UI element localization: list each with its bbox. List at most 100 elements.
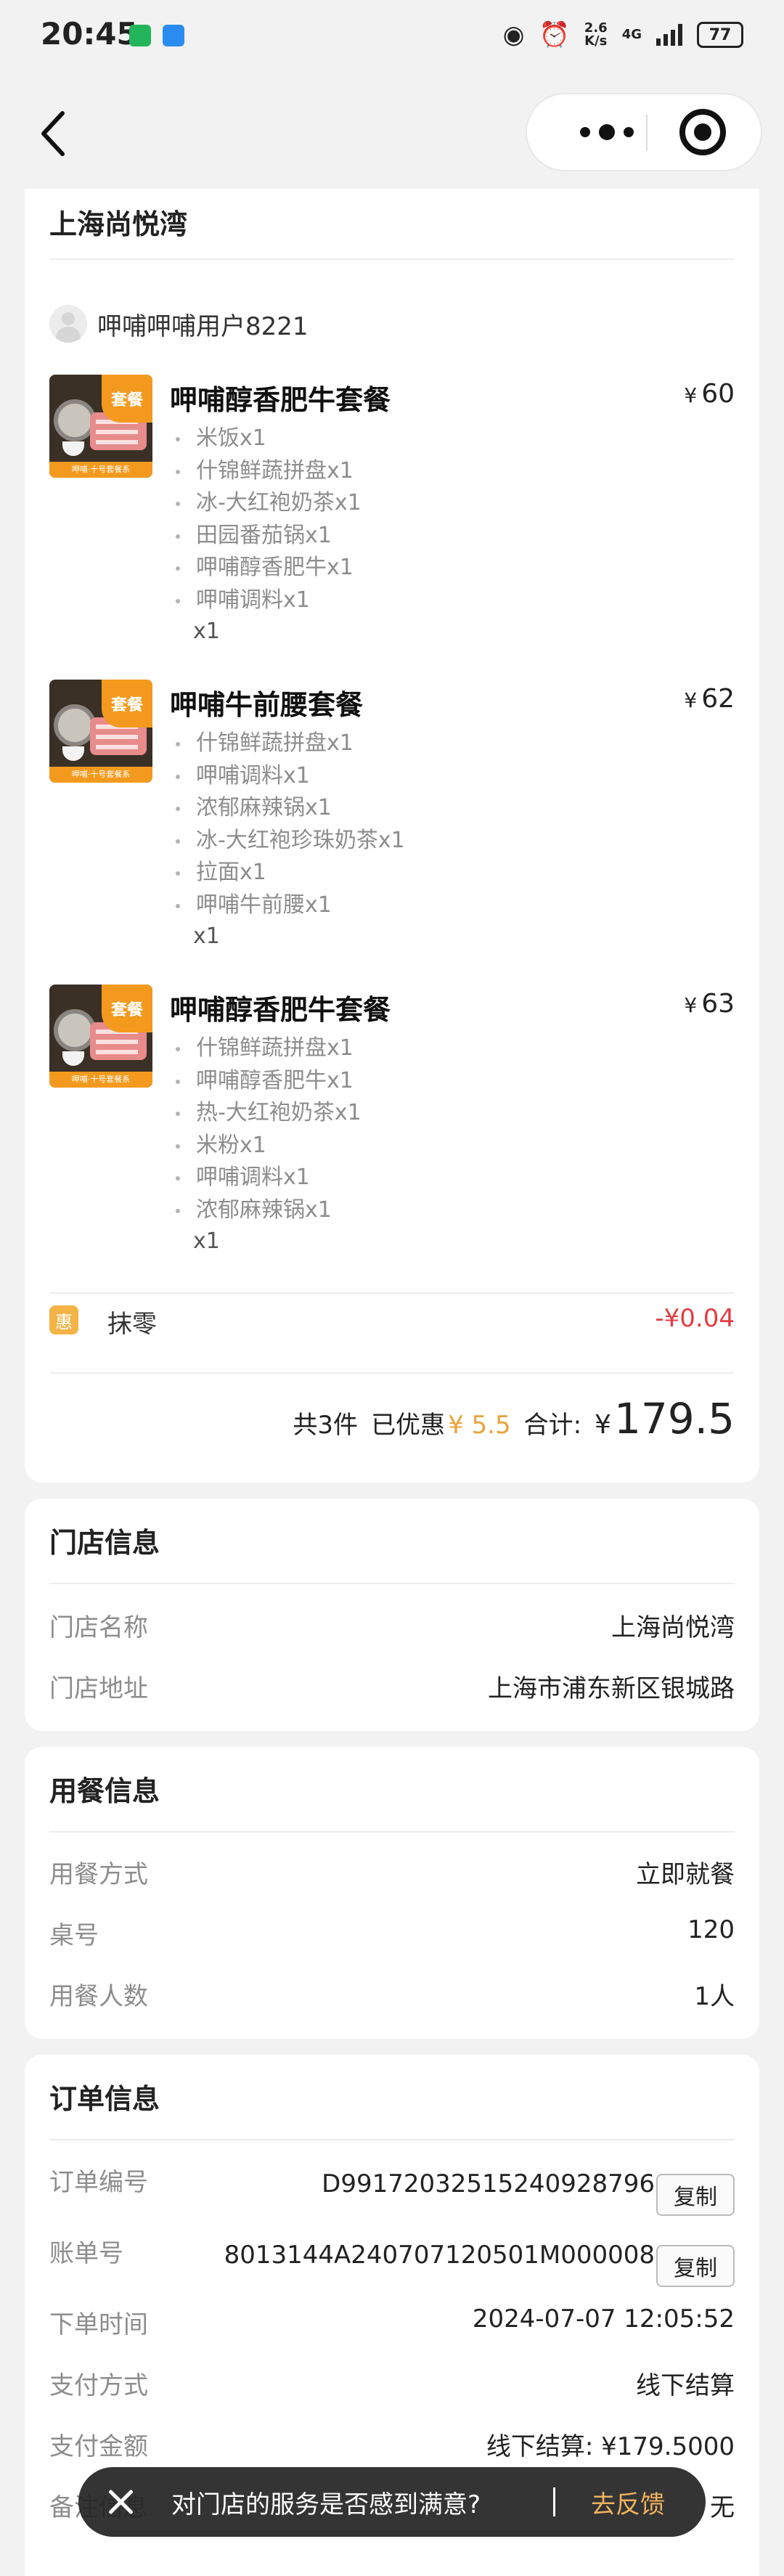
item-component: 冰-大红袍珍珠奶茶x1	[173, 825, 405, 857]
item-component: 浓郁麻辣锅x1	[173, 1194, 362, 1227]
item-component: 冰-大红袍奶茶x1	[173, 487, 362, 520]
item-quantity: x1	[193, 1228, 220, 1254]
order-total-row: 共3件 已优惠 ¥ 5.5 合计: ¥179.5	[293, 1394, 735, 1443]
item-components: 米饭x1 什锦鲜蔬拼盘x1 冰-大红袍奶茶x1 田园番茄锅x1 呷哺醇香肥牛x1…	[173, 423, 362, 617]
divider	[49, 2139, 735, 2140]
item-component: 什锦鲜蔬拼盘x1	[173, 727, 405, 760]
copy-order-number-button[interactable]: 复制	[656, 2174, 735, 2216]
more-button[interactable]	[556, 94, 658, 170]
image-strip-text: 呷哺·十号套餐系	[49, 767, 152, 783]
table-number-label: 桌号	[49, 1921, 99, 1950]
bill-number-label: 账单号	[49, 2239, 123, 2268]
order-item: 套餐 呷哺·十号套餐系 呷哺醇香肥牛套餐 ¥63 什锦鲜蔬拼盘x1 呷哺醇香肥牛…	[49, 985, 735, 1260]
item-price-value: 60	[701, 379, 735, 409]
item-component: 呷哺醇香肥牛x1	[173, 1065, 362, 1098]
signal-label: 4G	[621, 27, 642, 42]
order-item: 套餐 呷哺·十号套餐系 呷哺醇香肥牛套餐 ¥60 米饭x1 什锦鲜蔬拼盘x1 冰…	[49, 375, 735, 651]
item-component: 呷哺牛前腰x1	[173, 889, 405, 922]
remark-value: 无	[710, 2493, 735, 2522]
party-size-row: 用餐人数 1人	[49, 1976, 735, 2013]
eye-icon: ◉	[502, 20, 525, 49]
status-time: 20:45	[41, 16, 138, 52]
payment-amount-label: 支付金额	[49, 2432, 148, 2461]
item-components: 什锦鲜蔬拼盘x1 呷哺醇香肥牛x1 热-大红袍奶茶x1 米粉x1 呷哺调料x1 …	[173, 1032, 362, 1227]
feedback-prompt: 对门店的服务是否感到满意?	[171, 2490, 481, 2519]
table-number-value: 120	[687, 1915, 735, 1944]
more-dot-icon	[599, 124, 615, 140]
divider	[49, 1583, 735, 1584]
more-dot-icon	[624, 127, 634, 137]
payment-method-value: 线下结算	[636, 2371, 735, 2400]
item-name: 呷哺醇香肥牛套餐	[170, 384, 391, 416]
set-meal-image: 套餐 呷哺·十号套餐系	[49, 985, 152, 1088]
signal-bars-icon	[656, 24, 682, 46]
feedback-button[interactable]: 去反馈	[591, 2485, 665, 2520]
party-size-value: 1人	[694, 1982, 735, 2011]
bowl-graphic	[62, 746, 84, 761]
divider	[49, 1292, 735, 1294]
toast-divider	[553, 2487, 555, 2516]
battery-icon: 77	[697, 22, 743, 48]
order-time-row: 下单时间 2024-07-07 12:05:52	[49, 2304, 735, 2341]
capsule-divider	[646, 115, 648, 151]
store-info-card: 门店信息 门店名称 上海尚悦湾 门店地址 上海市浦东新区银城路	[25, 1499, 759, 1731]
feedback-toast: 对门店的服务是否感到满意? 去反馈	[78, 2467, 706, 2537]
item-component: 浓郁麻辣锅x1	[173, 792, 405, 825]
order-time-value: 2024-07-07 12:05:52	[472, 2304, 735, 2334]
divider	[49, 258, 735, 260]
wechat-notification-icon	[129, 25, 151, 46]
set-meal-tag: 套餐	[102, 680, 152, 727]
order-items-card: 上海尚悦湾 呷哺呷哺用户8221 套餐 呷哺·十号套餐系 呷哺醇香肥牛套餐 ¥6…	[25, 189, 759, 1483]
close-icon[interactable]	[105, 2486, 136, 2518]
order-time-label: 下单时间	[49, 2310, 148, 2339]
store-name-value: 上海尚悦湾	[611, 1613, 735, 1642]
currency-symbol: ¥	[684, 993, 698, 1017]
item-price-value: 62	[701, 684, 735, 714]
item-component: 米粉x1	[173, 1130, 362, 1162]
store-address-label: 门店地址	[49, 1674, 148, 1703]
more-dot-icon	[580, 127, 590, 137]
payment-amount-row: 支付金额 线下结算: ¥179.5000	[49, 2426, 735, 2463]
set-meal-image: 套餐 呷哺·十号套餐系	[49, 375, 152, 478]
order-item: 套餐 呷哺·十号套餐系 呷哺牛前腰套餐 ¥62 什锦鲜蔬拼盘x1 呷哺调料x1 …	[49, 680, 735, 955]
image-strip-text: 呷哺·十号套餐系	[49, 1072, 152, 1088]
item-price: ¥60	[684, 379, 735, 409]
item-price: ¥62	[684, 684, 735, 714]
store-name-row: 门店名称 上海尚悦湾	[49, 1607, 735, 1644]
store-name-title: 上海尚悦湾	[49, 208, 188, 240]
dining-mode-label: 用餐方式	[49, 1860, 148, 1889]
store-name-label: 门店名称	[49, 1613, 148, 1642]
chevron-left-icon	[41, 111, 65, 156]
item-component: 呷哺调料x1	[173, 1162, 362, 1194]
set-meal-tag: 套餐	[102, 985, 152, 1032]
currency-symbol: ¥	[684, 688, 698, 712]
item-component: 拉面x1	[173, 857, 405, 889]
order-number-row: 订单编号 D99172032515240928796 复制	[49, 2162, 735, 2216]
item-quantity: x1	[193, 619, 220, 644]
item-name: 呷哺醇香肥牛套餐	[170, 994, 391, 1026]
table-number-row: 桌号 120	[49, 1915, 735, 1952]
dining-info-title: 用餐信息	[49, 1775, 160, 1807]
item-components: 什锦鲜蔬拼盘x1 呷哺调料x1 浓郁麻辣锅x1 冰-大红袍珍珠奶茶x1 拉面x1…	[173, 727, 405, 922]
back-button[interactable]	[36, 107, 71, 160]
copy-bill-number-button[interactable]: 复制	[656, 2245, 735, 2287]
avatar	[49, 305, 87, 343]
divider	[49, 1831, 735, 1833]
store-address-value: 上海市浦东新区银城路	[488, 1674, 735, 1703]
item-count: 共3件	[293, 1411, 359, 1440]
status-right: ◉ ⏰ 2.6 K/s 4G 77	[503, 20, 743, 49]
store-address-row: 门店地址 上海市浦东新区银城路	[49, 1668, 735, 1705]
item-component: 热-大红袍奶茶x1	[173, 1097, 362, 1130]
total-currency: ¥	[595, 1410, 611, 1440]
set-meal-image: 套餐 呷哺·十号套餐系	[49, 680, 152, 783]
party-size-label: 用餐人数	[49, 1982, 148, 2011]
payment-method-row: 支付方式 线下结算	[49, 2365, 735, 2402]
item-component: 米饭x1	[173, 423, 362, 455]
item-quantity: x1	[193, 924, 220, 949]
dining-mode-value: 立即就餐	[636, 1860, 735, 1889]
payment-method-label: 支付方式	[49, 2371, 148, 2400]
close-miniprogram-button[interactable]	[679, 109, 726, 155]
item-price-value: 63	[701, 989, 735, 1019]
payment-amount-value: 线下结算: ¥179.5000	[486, 2432, 735, 2461]
miniprogram-capsule	[526, 93, 762, 171]
